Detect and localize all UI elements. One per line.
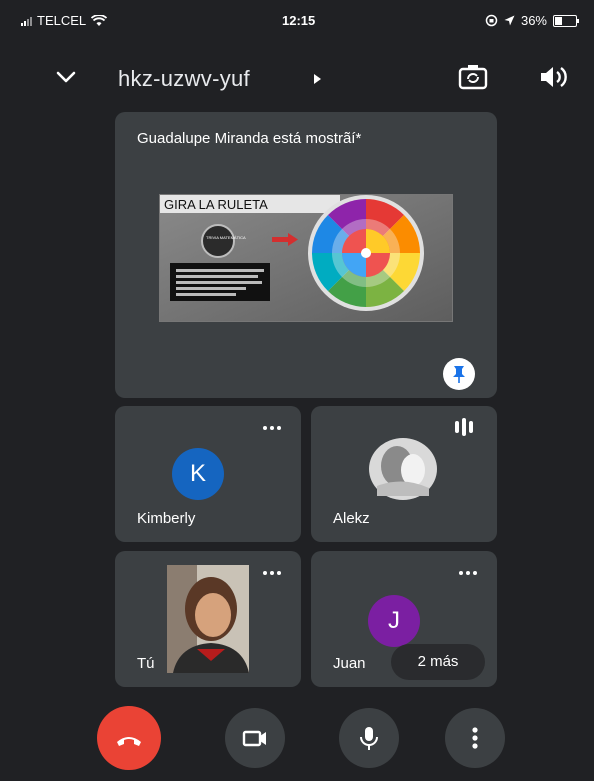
slide-title: GIRA LA RULETA xyxy=(164,197,268,212)
more-horiz-icon[interactable] xyxy=(459,571,477,575)
signal-icon xyxy=(21,16,32,26)
meeting-code[interactable]: hkz-uzwv-yuf xyxy=(118,66,250,92)
battery-percent: 36% xyxy=(520,13,547,28)
clock: 12:15 xyxy=(282,13,316,28)
avatar-juan: J xyxy=(368,595,420,647)
orientation-lock-icon xyxy=(485,14,498,27)
pin-icon xyxy=(453,366,465,383)
presentation-tile[interactable]: Guadalupe Miranda está mostrãí* GIRA LA … xyxy=(115,112,497,398)
pin-button[interactable] xyxy=(443,358,475,390)
shared-slide: GIRA LA RULETA TRIVIA MATEMÁTICA xyxy=(159,194,453,322)
mic-icon xyxy=(360,727,378,750)
status-bar: TELCEL 12:15 36% xyxy=(9,8,589,34)
presenter-label: Guadalupe Miranda está mostrãí* xyxy=(137,130,362,147)
end-call-button[interactable] xyxy=(97,706,161,770)
participant-tile-alekz[interactable]: Alekz xyxy=(311,406,497,542)
chevron-down-icon[interactable] xyxy=(53,64,79,90)
participant-tile-kimberly[interactable]: K Kimberly xyxy=(115,406,301,542)
more-participants-badge[interactable]: 2 más xyxy=(391,644,485,680)
roulette-slide-image: GIRA LA RULETA TRIVIA MATEMÁTICA xyxy=(160,195,452,321)
mic-toggle-button[interactable] xyxy=(339,708,399,768)
camera-icon xyxy=(242,730,266,747)
location-icon xyxy=(504,15,515,26)
end-call-icon xyxy=(117,737,141,746)
participant-name: Juan xyxy=(333,655,366,672)
audio-level-icon xyxy=(455,418,473,436)
battery-icon xyxy=(553,14,579,27)
wifi-icon xyxy=(91,14,108,26)
participant-tile-self[interactable]: Tú xyxy=(115,551,301,687)
participant-name: Kimberly xyxy=(137,510,196,527)
meet-screen: TELCEL 12:15 36% hkz-uzwv-yuf Guadalupe … xyxy=(9,8,589,774)
more-horiz-icon[interactable] xyxy=(263,571,281,575)
avatar-photo-alekz xyxy=(369,438,437,500)
avatar-kimberly: K xyxy=(172,448,224,500)
switch-camera-icon[interactable] xyxy=(457,62,489,92)
slide-badge: TRIVIA MATEMÁTICA xyxy=(206,235,246,240)
more-vert-icon xyxy=(472,727,478,749)
self-video-preview xyxy=(167,565,249,673)
speaker-icon[interactable] xyxy=(537,62,571,92)
carrier-label: TELCEL xyxy=(37,13,87,28)
more-horiz-icon[interactable] xyxy=(263,426,281,430)
meeting-header: hkz-uzwv-yuf xyxy=(9,52,589,104)
more-options-button[interactable] xyxy=(445,708,505,768)
meeting-info-arrow-icon[interactable] xyxy=(314,74,321,84)
participant-name: Alekz xyxy=(333,510,370,527)
participant-name: Tú xyxy=(137,655,155,672)
camera-toggle-button[interactable] xyxy=(225,708,285,768)
